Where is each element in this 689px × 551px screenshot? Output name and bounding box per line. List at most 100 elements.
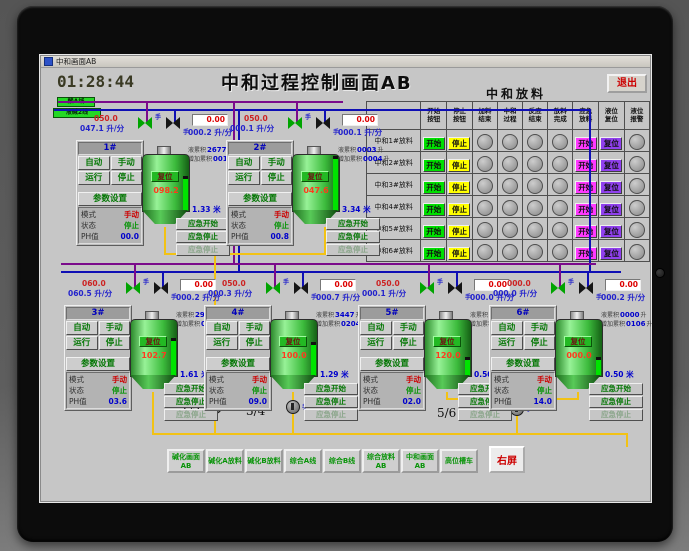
row-emergency-discharge-button[interactable]: 开始 bbox=[574, 225, 597, 238]
row-start-button[interactable]: 开始 bbox=[422, 225, 445, 238]
row-level-reset-button[interactable]: 复位 bbox=[600, 225, 623, 238]
params-button[interactable]: 参数设置 bbox=[66, 357, 130, 371]
unit-id-label: 5# bbox=[360, 307, 424, 320]
tank-reset-button[interactable]: 复位 bbox=[151, 171, 179, 182]
row-emergency-discharge-button[interactable]: 开始 bbox=[574, 137, 597, 150]
row-emergency-discharge-button[interactable]: 开始 bbox=[574, 203, 597, 216]
nav-button[interactable]: 综合B线 bbox=[323, 449, 361, 473]
tank-reset-button[interactable]: 复位 bbox=[139, 336, 167, 347]
unit-control-panel: 2# 自动 手动 运行 停止 参数设置 模式 手动 状态 停止 PH值 00.8 bbox=[226, 140, 294, 246]
stop-button[interactable]: 停止 bbox=[98, 336, 130, 350]
tank-graphic: 复位 100.0 bbox=[270, 311, 318, 391]
row-emergency-discharge-button[interactable]: 开始 bbox=[574, 181, 597, 194]
nav-button[interactable]: 中和画面AB bbox=[401, 449, 439, 473]
tank-reset-button[interactable]: 复位 bbox=[564, 336, 592, 347]
run-button[interactable]: 运行 bbox=[228, 171, 260, 185]
row-start-button[interactable]: 开始 bbox=[422, 181, 445, 194]
emergency-start-button[interactable]: 应急开始 bbox=[304, 383, 358, 395]
row-stop-button[interactable]: 停止 bbox=[448, 181, 471, 194]
row-stop-button[interactable]: 停止 bbox=[448, 159, 471, 172]
inlet-valve-black-icon bbox=[316, 117, 330, 129]
manual-button[interactable]: 手动 bbox=[98, 321, 130, 335]
manual-button[interactable]: 手动 bbox=[110, 156, 142, 170]
run-button[interactable]: 运行 bbox=[78, 171, 110, 185]
row-level-reset-button[interactable]: 复位 bbox=[600, 181, 623, 194]
window-titlebar[interactable]: 中和画面AB bbox=[41, 56, 650, 68]
run-button[interactable]: 运行 bbox=[66, 336, 98, 350]
right-screen-button[interactable]: 右屏 bbox=[489, 446, 525, 473]
flow-setpoint: 050.0 bbox=[376, 279, 400, 288]
status-lamp bbox=[476, 221, 493, 238]
row-stop-button[interactable]: 停止 bbox=[448, 203, 471, 216]
stop-button[interactable]: 停止 bbox=[260, 171, 292, 185]
pipe-acid-top bbox=[58, 101, 343, 103]
emergency-start-button[interactable]: 应急开始 bbox=[589, 383, 643, 395]
row-level-reset-button[interactable]: 复位 bbox=[600, 203, 623, 216]
params-button[interactable]: 参数设置 bbox=[206, 357, 270, 371]
nav-button[interactable]: 碱化A放料 bbox=[206, 449, 244, 473]
tank-reset-button[interactable]: 复位 bbox=[279, 336, 307, 347]
status-lamp bbox=[502, 133, 519, 150]
auto-button[interactable]: 自动 bbox=[491, 321, 523, 335]
exit-button[interactable]: 退出 bbox=[607, 74, 647, 93]
run-button[interactable]: 运行 bbox=[206, 336, 238, 350]
row-stop-button[interactable]: 停止 bbox=[448, 247, 471, 260]
manual-button[interactable]: 手动 bbox=[238, 321, 270, 335]
params-button[interactable]: 参数设置 bbox=[228, 192, 292, 206]
hand-mark: 手 bbox=[305, 114, 312, 121]
emergency-stop-button[interactable]: 应急停止 bbox=[304, 396, 358, 408]
nav-button[interactable]: 综合放料AB bbox=[362, 449, 400, 473]
row-emergency-discharge-button[interactable]: 开始 bbox=[574, 159, 597, 172]
manual-button[interactable]: 手动 bbox=[260, 156, 292, 170]
pipe-caustic-top bbox=[54, 109, 591, 111]
auto-button[interactable]: 自动 bbox=[360, 321, 392, 335]
level-value: 1.29 米 bbox=[320, 370, 349, 379]
row-stop-button[interactable]: 停止 bbox=[448, 225, 471, 238]
params-button[interactable]: 参数设置 bbox=[78, 192, 142, 206]
emergency-stop-button[interactable]: 应急停止 bbox=[176, 231, 230, 243]
emergency-buttons: 应急开始 应急停止 应急停止 bbox=[326, 218, 380, 256]
stop-button[interactable]: 停止 bbox=[238, 336, 270, 350]
stop-button[interactable]: 停止 bbox=[392, 336, 424, 350]
emergency-stop-dim-button[interactable]: 应急停止 bbox=[326, 244, 380, 256]
stop-button[interactable]: 停止 bbox=[110, 171, 142, 185]
auto-button[interactable]: 自动 bbox=[78, 156, 110, 170]
emergency-stop-dim-button[interactable]: 应急停止 bbox=[589, 409, 643, 421]
nav-button[interactable]: 综合A线 bbox=[284, 449, 322, 473]
row-level-reset-button[interactable]: 复位 bbox=[600, 159, 623, 172]
params-button[interactable]: 参数设置 bbox=[360, 357, 424, 371]
row-start-button[interactable]: 开始 bbox=[422, 203, 445, 216]
emergency-stop-button[interactable]: 应急停止 bbox=[589, 396, 643, 408]
row-stop-button[interactable]: 停止 bbox=[448, 137, 471, 150]
emergency-stop-dim-button[interactable]: 应急停止 bbox=[176, 244, 230, 256]
emergency-start-button[interactable]: 应急开始 bbox=[326, 218, 380, 230]
manual-button[interactable]: 手动 bbox=[523, 321, 555, 335]
auto-button[interactable]: 自动 bbox=[228, 156, 260, 170]
row-level-reset-button[interactable]: 复位 bbox=[600, 247, 623, 260]
nav-button[interactable]: 高位槽车 bbox=[440, 449, 478, 473]
stop-button[interactable]: 停止 bbox=[523, 336, 555, 350]
run-button[interactable]: 运行 bbox=[360, 336, 392, 350]
params-button[interactable]: 参数设置 bbox=[491, 357, 555, 371]
hmi-canvas: 01:28:44 中和过程控制画面AB 中和放料 退出 酸A线 液碱2线 开始按… bbox=[41, 68, 653, 501]
auto-button[interactable]: 自动 bbox=[66, 321, 98, 335]
row-start-button[interactable]: 开始 bbox=[422, 137, 445, 150]
emergency-start-button[interactable]: 应急开始 bbox=[176, 218, 230, 230]
unit-id-label: 3# bbox=[66, 307, 130, 320]
tank-reset-button[interactable]: 复位 bbox=[301, 171, 329, 182]
row-level-reset-button[interactable]: 复位 bbox=[600, 137, 623, 150]
row-start-button[interactable]: 开始 bbox=[422, 247, 445, 260]
inlet-valve-green-icon bbox=[126, 282, 140, 294]
nav-button[interactable]: 碱化B放料 bbox=[245, 449, 283, 473]
auto-button[interactable]: 自动 bbox=[206, 321, 238, 335]
emergency-stop-button[interactable]: 应急停止 bbox=[326, 231, 380, 243]
manual-button[interactable]: 手动 bbox=[392, 321, 424, 335]
nav-button[interactable]: 碱化画面AB bbox=[167, 449, 205, 473]
run-button[interactable]: 运行 bbox=[491, 336, 523, 350]
row-emergency-discharge-button[interactable]: 开始 bbox=[574, 247, 597, 260]
tank-reset-button[interactable]: 复位 bbox=[433, 336, 461, 347]
ph-value: 09.0 bbox=[248, 397, 267, 406]
row-start-button[interactable]: 开始 bbox=[422, 159, 445, 172]
flow-readout-box: 0.00 bbox=[320, 279, 356, 291]
emergency-stop-dim-button[interactable]: 应急停止 bbox=[304, 409, 358, 421]
